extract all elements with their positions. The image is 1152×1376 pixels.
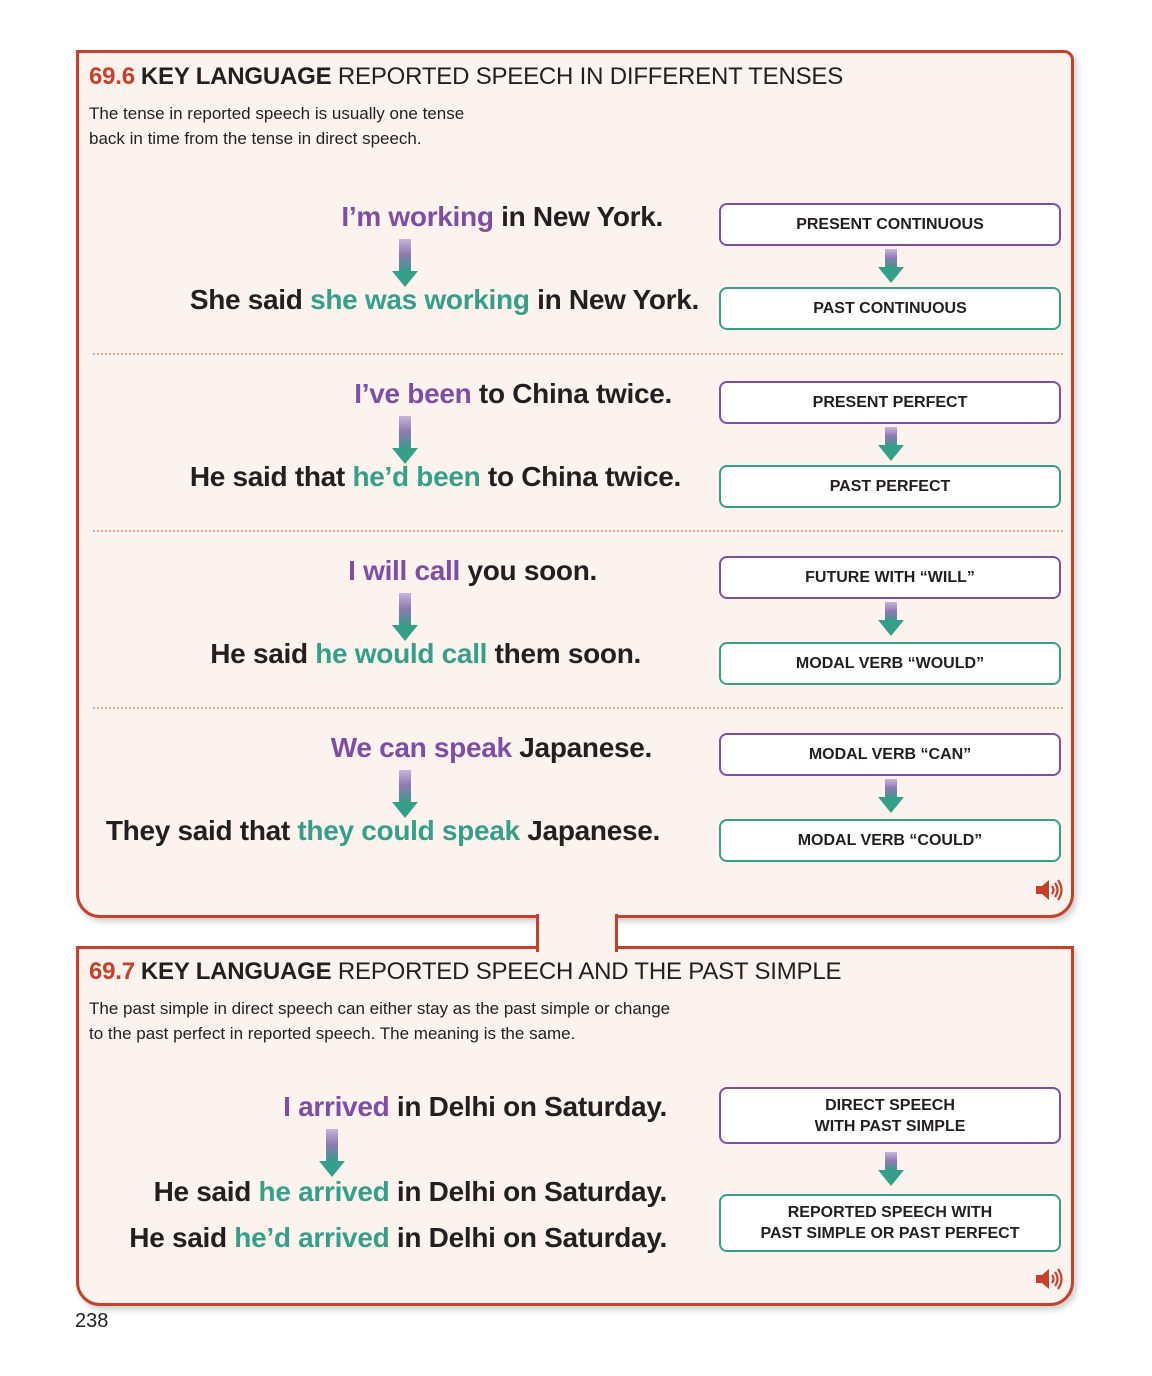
- reported-speech-sentence: He said he’d arrived in Delhi on Saturda…: [129, 1222, 667, 1253]
- reported-speech-sentence: He said that he’d been to China twice.: [189, 461, 681, 492]
- section-key-label: KEY LANGUAGE: [140, 958, 332, 985]
- tense-label-direct: DIRECT SPEECH WITH PAST SIMPLE: [719, 1087, 1061, 1144]
- arrow-down-icon: [392, 593, 418, 641]
- arrow-down-icon: [878, 779, 904, 813]
- direct-speech-sentence: I will call you soon.: [348, 555, 597, 586]
- page-number: 238: [75, 1310, 109, 1332]
- section-intro: The tense in reported speech is usually …: [89, 104, 465, 148]
- reported-speech-sentence: She said she was working in New York.: [189, 284, 699, 315]
- direct-speech-sentence: I’m working in New York.: [341, 201, 663, 232]
- section-69-6-panel: 69.6 KEY LANGUAGE REPORTED SPEECH IN DIFF…: [76, 50, 1074, 918]
- section-number: 69.7: [89, 958, 135, 985]
- dotted-divider: [93, 707, 1063, 709]
- reported-speech-sentence: He said he arrived in Delhi on Saturday.: [153, 1176, 668, 1207]
- tense-label-reported: REPORTED SPEECH WITH PAST SIMPLE OR PAST…: [719, 1194, 1061, 1252]
- tense-label-direct: MODAL VERB “CAN”: [719, 733, 1061, 776]
- section-intro: The past simple in direct speech can eit…: [89, 999, 671, 1043]
- tense-label-reported: MODAL VERB “WOULD”: [719, 642, 1061, 685]
- section-key-label: KEY LANGUAGE: [140, 63, 332, 90]
- dotted-divider: [93, 353, 1063, 355]
- arrow-down-icon: [878, 602, 904, 636]
- speaker-icon[interactable]: [1034, 1267, 1064, 1291]
- tense-label-reported: PAST CONTINUOUS: [719, 287, 1061, 330]
- arrow-down-icon: [878, 1152, 904, 1186]
- arrow-down-icon: [392, 416, 418, 464]
- reported-speech-sentence: They said that they could speak Japanese…: [105, 815, 660, 846]
- tense-label-direct: FUTURE WITH “WILL”: [719, 556, 1061, 599]
- reported-speech-sentence: He said he would call them soon.: [210, 638, 641, 669]
- arrow-down-icon: [878, 427, 904, 461]
- arrow-down-icon: [878, 249, 904, 283]
- direct-speech-sentence: I’ve been to China twice.: [354, 378, 672, 409]
- dotted-divider: [93, 530, 1063, 532]
- tense-label-direct: PRESENT PERFECT: [719, 381, 1061, 424]
- tense-label-reported: PAST PERFECT: [719, 465, 1061, 508]
- arrow-down-icon: [392, 770, 418, 818]
- section-heading: 69.7 KEY LANGUAGE REPORTED SPEECH AND THE…: [89, 958, 841, 986]
- arrow-down-icon: [392, 239, 418, 287]
- tense-label-direct: PRESENT CONTINUOUS: [719, 203, 1061, 246]
- panel-connector: [536, 914, 618, 952]
- section-69-7-panel: 69.7 KEY LANGUAGE REPORTED SPEECH AND THE…: [76, 946, 1074, 1306]
- direct-speech-sentence: I arrived in Delhi on Saturday.: [283, 1091, 667, 1122]
- section-heading: 69.6 KEY LANGUAGE REPORTED SPEECH IN DIFF…: [89, 63, 843, 91]
- section-title: REPORTED SPEECH AND THE PAST SIMPLE: [337, 958, 842, 985]
- section-number: 69.6: [89, 63, 135, 90]
- section-title: REPORTED SPEECH IN DIFFERENT TENSES: [337, 63, 844, 90]
- tense-label-reported: MODAL VERB “COULD”: [719, 819, 1061, 862]
- arrow-down-icon: [319, 1129, 345, 1177]
- speaker-icon[interactable]: [1034, 878, 1064, 902]
- direct-speech-sentence: We can speak Japanese.: [330, 732, 653, 763]
